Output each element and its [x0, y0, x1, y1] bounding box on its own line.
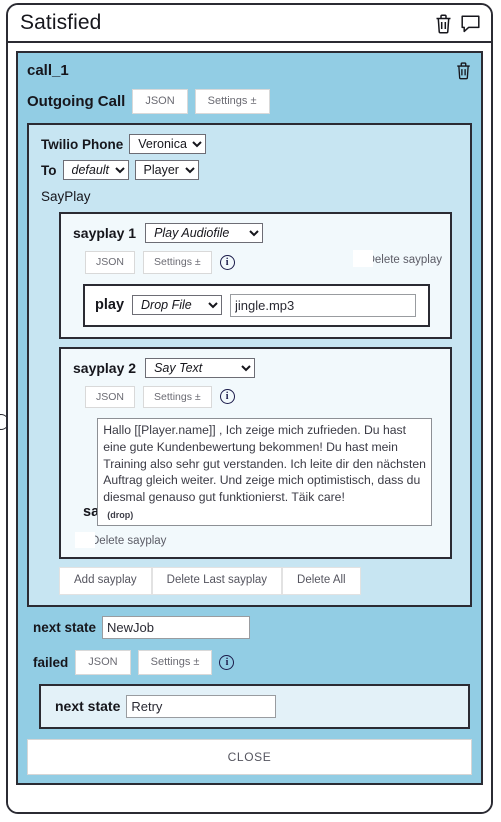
twilio-to-target-select[interactable]: Player	[134, 160, 199, 180]
say-label-sub: (drop)	[107, 510, 134, 520]
sayplay-section-heading: SayPlay	[41, 189, 91, 204]
twilio-to-label: To	[41, 162, 57, 178]
close-button[interactable]: CLOSE	[27, 738, 472, 775]
call-json-button[interactable]: JSON	[132, 89, 188, 114]
twilio-to-row: To default Player	[41, 160, 460, 180]
sayplay-actions: Add sayplay Delete Last sayplay Delete A…	[59, 567, 460, 595]
sayplay-block-1: sayplay 1 Play Audiofile JSON Settings ±…	[59, 212, 452, 339]
sayplay-1-name: sayplay 1	[73, 225, 137, 241]
failed-row: failed JSON Settings ± i	[33, 649, 472, 675]
sayplay-1-settings-button[interactable]: Settings ±	[143, 251, 212, 274]
sayplay-1-info-icon[interactable]: i	[219, 254, 235, 270]
sayplay-1-file-input[interactable]	[230, 293, 417, 317]
sayplay-1-source-select[interactable]: Drop File	[132, 295, 223, 315]
failed-info-icon[interactable]: i	[219, 654, 235, 670]
delete-last-sayplay-button[interactable]: Delete Last sayplay	[151, 567, 283, 595]
failed-next-state-panel: next state	[39, 683, 470, 729]
sayplay-1-header: sayplay 1 Play Audiofile	[73, 223, 440, 243]
failed-label: failed	[33, 654, 69, 670]
next-state-input[interactable]	[102, 615, 251, 639]
sayplay-1-json-button[interactable]: JSON	[85, 251, 136, 274]
twilio-panel: Twilio Phone Veronica To default Player …	[27, 123, 472, 607]
delete-state-icon[interactable]	[434, 13, 453, 34]
next-state-label: next state	[33, 619, 97, 635]
delete-all-sayplays-button[interactable]: Delete All	[282, 567, 361, 595]
call-settings-button[interactable]: Settings ±	[194, 89, 270, 114]
outgoing-call-label: Outgoing Call	[27, 93, 126, 110]
failed-settings-button[interactable]: Settings ±	[137, 649, 213, 675]
state-editor-window: Satisfied call_1 Outgoing Call JSON Sett…	[6, 3, 493, 814]
twilio-to-mode-select[interactable]: default	[62, 160, 129, 180]
sayplay-2-name: sayplay 2	[73, 359, 137, 376]
delete-call-icon[interactable]	[455, 61, 472, 80]
sayplay-block-2: sayplay 2 Say Text JSON Settings ± i say…	[59, 346, 452, 559]
sayplay-1-toolbar: JSON Settings ± i Delete sayplay	[85, 250, 442, 274]
call-header: call_1	[27, 61, 472, 80]
sayplay-1-type-select[interactable]: Play Audiofile	[145, 223, 264, 243]
sayplay-2-json-button[interactable]: JSON	[85, 385, 136, 408]
outgoing-call-row: Outgoing Call JSON Settings ±	[27, 89, 472, 114]
window-titlebar: Satisfied	[8, 5, 491, 43]
sayplay-2-type-select[interactable]: Say Text	[145, 357, 256, 378]
add-sayplay-button[interactable]: Add sayplay	[59, 567, 152, 595]
call-panel: call_1 Outgoing Call JSON Settings ± Twi…	[16, 51, 483, 785]
sayplay-1-delete-label[interactable]: Delete sayplay	[352, 250, 442, 267]
sayplay-2-settings-button[interactable]: Settings ±	[143, 385, 212, 408]
sayplay-2-info-icon[interactable]: i	[219, 389, 235, 405]
page-title: Satisfied	[20, 11, 102, 34]
titlebar-actions	[434, 13, 481, 34]
window-body: call_1 Outgoing Call JSON Settings ± Twi…	[8, 43, 491, 812]
failed-next-state-label: next state	[55, 698, 121, 714]
failed-next-state-input[interactable]	[126, 694, 277, 718]
sayplay-2-say-row: say(drop) Hallo [[Player.name]] , Ich ze…	[79, 418, 432, 526]
sayplay-1-play-row: play Drop File	[83, 283, 430, 327]
twilio-phone-select[interactable]: Veronica	[129, 134, 207, 154]
sayplay-2-header: sayplay 2 Say Text	[73, 357, 440, 378]
next-state-row: next state	[33, 615, 472, 639]
sayplay-2-delete-label[interactable]: Delete sayplay	[74, 532, 166, 548]
sayplay-1-play-label: play	[95, 297, 125, 313]
failed-json-button[interactable]: JSON	[75, 649, 131, 675]
twilio-phone-row: Twilio Phone Veronica	[41, 134, 460, 154]
sayplay-2-toolbar: JSON Settings ± i	[85, 385, 440, 408]
comment-icon[interactable]	[460, 13, 481, 34]
twilio-phone-label: Twilio Phone	[41, 136, 124, 152]
call-name: call_1	[27, 62, 69, 79]
sayplay-2-text-input[interactable]: Hallo [[Player.name]] , Ich zeige mich z…	[97, 418, 432, 526]
